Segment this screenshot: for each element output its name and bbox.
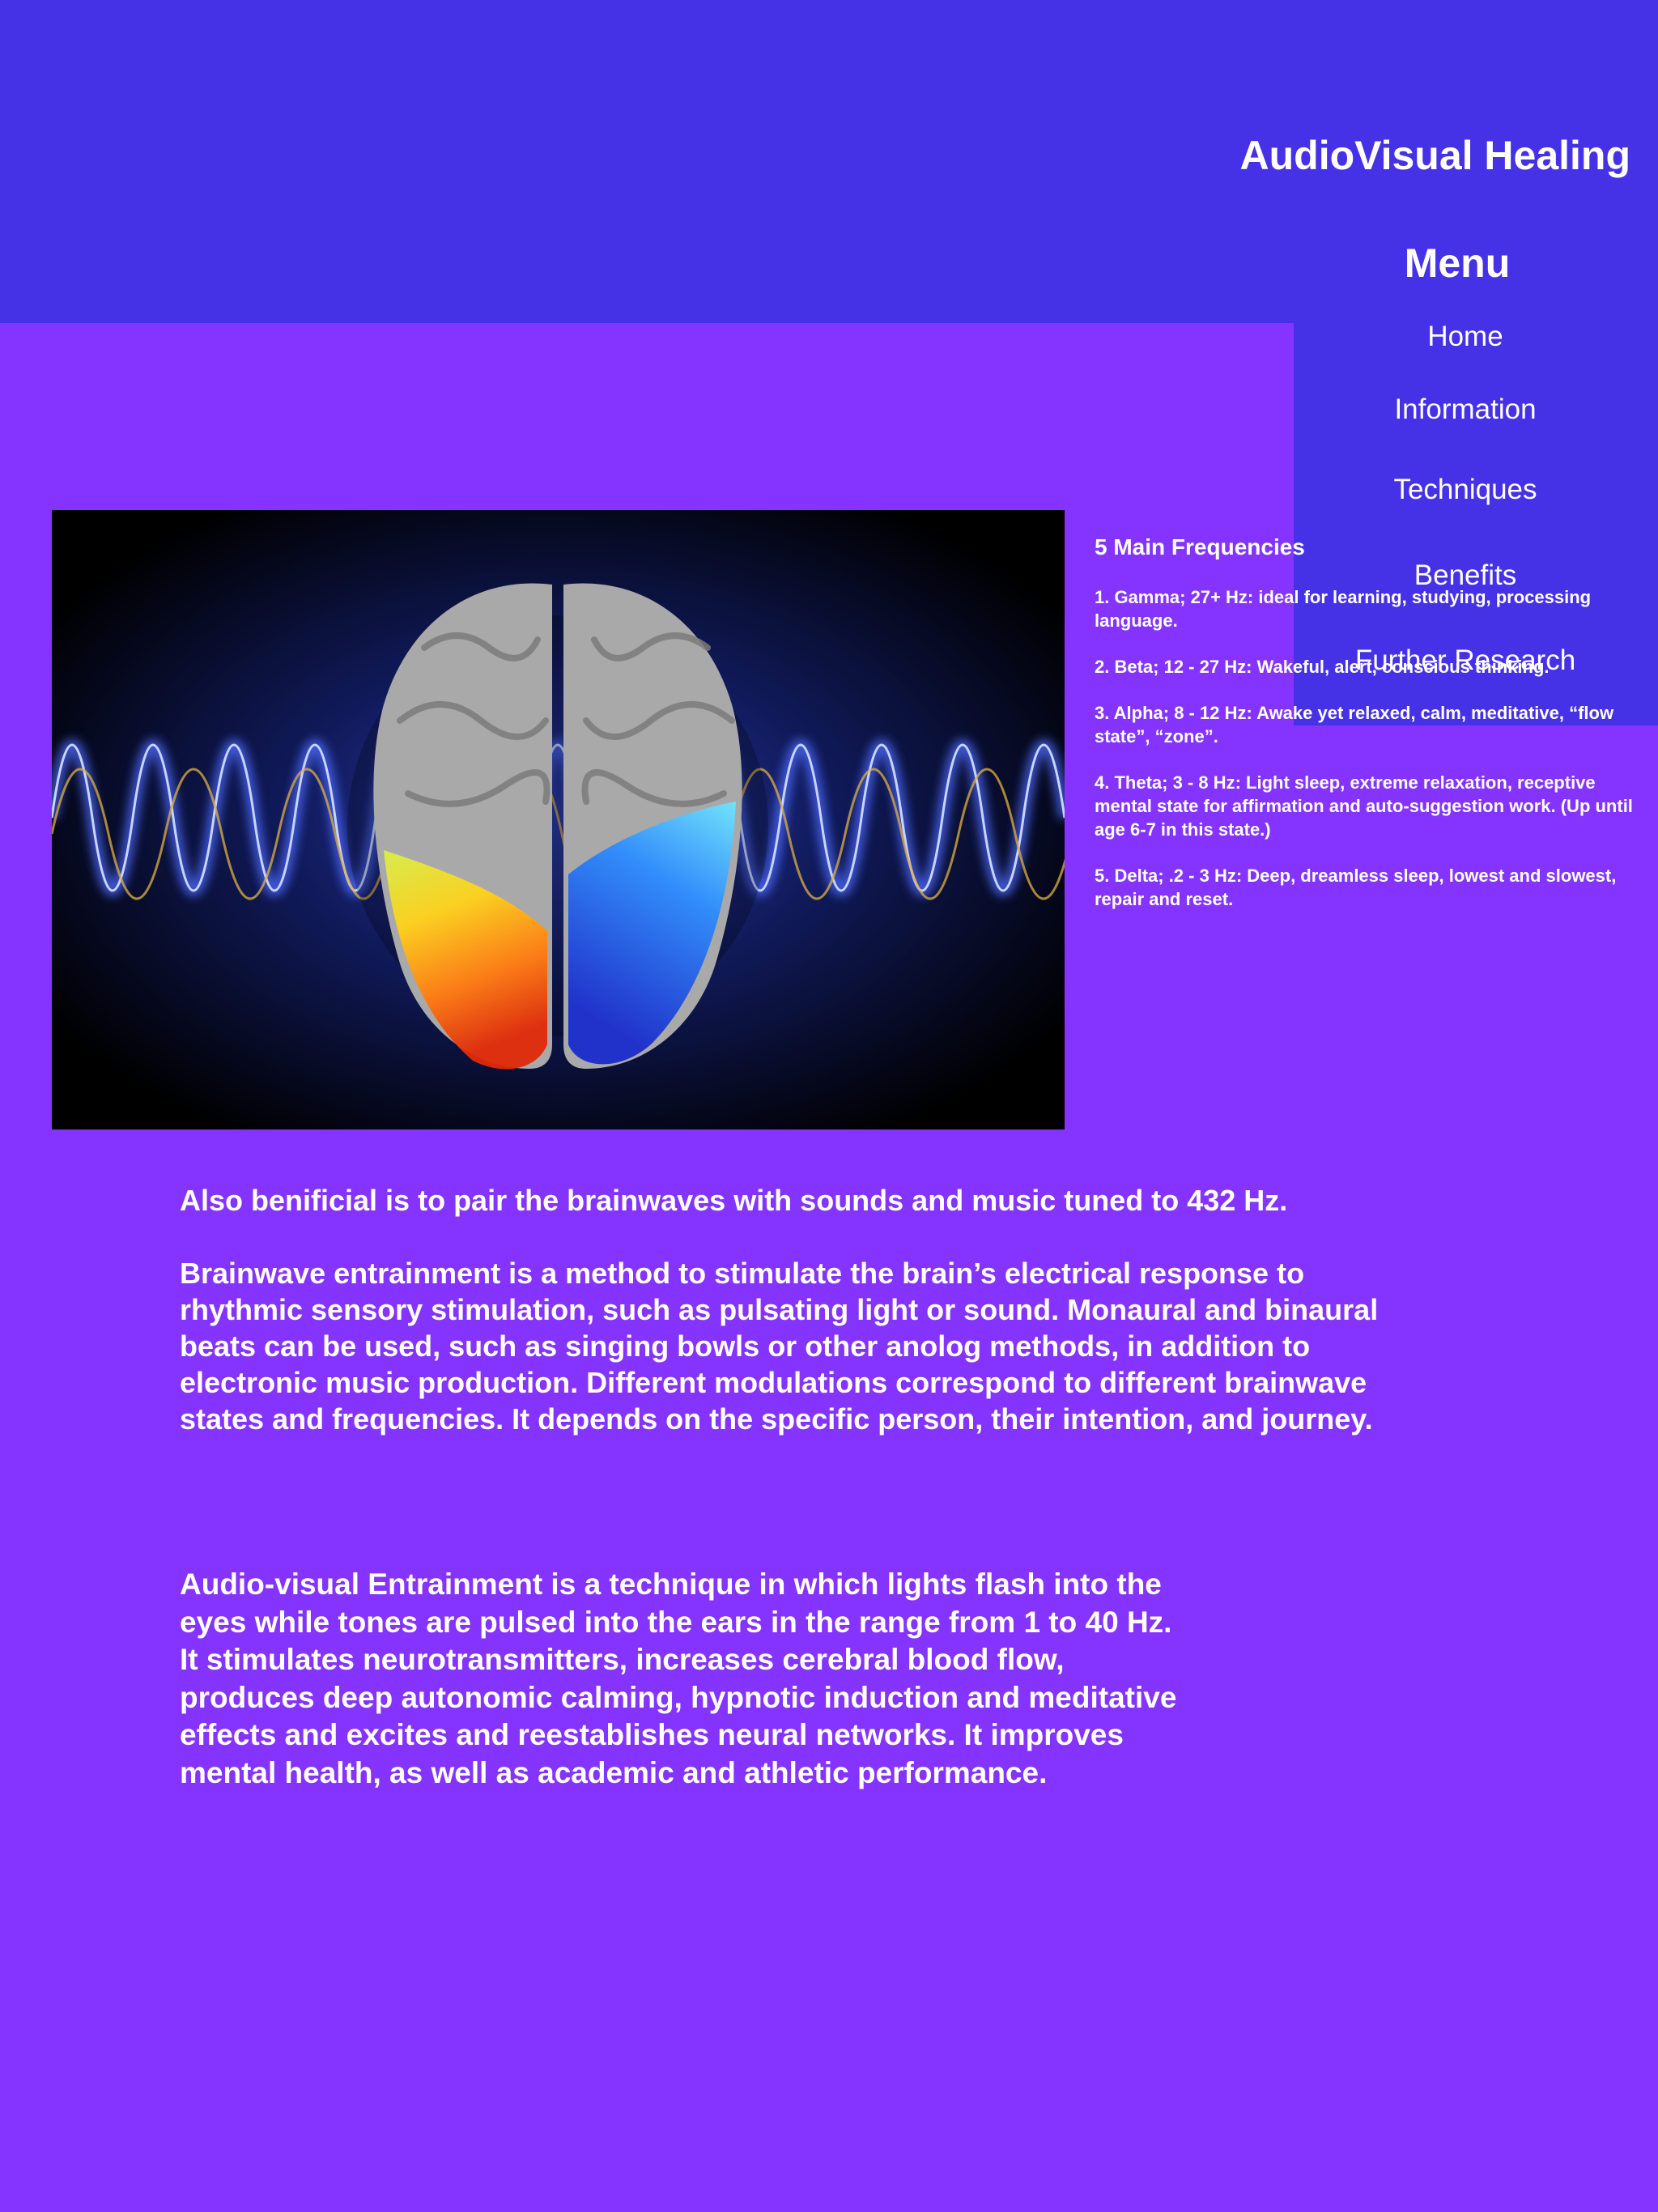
frequencies-section: 5 Main Frequencies 1. Gamma; 27+ Hz: ide… [1095,533,1653,934]
tuning-paragraph: Also benificial is to pair the brainwave… [180,1184,1288,1217]
brain-waves-image [52,510,1065,1129]
frequency-item-theta: 4. Theta; 3 - 8 Hz: Light sleep, extreme… [1095,772,1633,840]
frequency-item-gamma: 1. Gamma; 27+ Hz: ideal for learning, st… [1095,587,1592,631]
brainwave-entrainment-paragraph: Brainwave entrainment is a method to sti… [180,1257,1379,1436]
frequency-item-delta: 5. Delta; .2 - 3 Hz: Deep, dreamless sle… [1095,866,1617,909]
menu-title: Menu [1404,240,1511,286]
nav-link-information[interactable]: Information [1312,393,1619,427]
nav-link-home[interactable]: Home [1312,320,1619,354]
frequency-item-beta: 2. Beta; 12 - 27 Hz: Wakeful, alert, con… [1095,657,1550,677]
frequency-item-alpha: 3. Alpha; 8 - 12 Hz: Awake yet relaxed, … [1095,703,1614,747]
audio-visual-entrainment-paragraph: Audio-visual Entrainment is a technique … [180,1568,1177,1789]
frequencies-heading: 5 Main Frequencies [1095,534,1305,559]
site-title: AudioVisual Healing [1239,133,1631,178]
nav-link-techniques[interactable]: Techniques [1312,473,1619,507]
